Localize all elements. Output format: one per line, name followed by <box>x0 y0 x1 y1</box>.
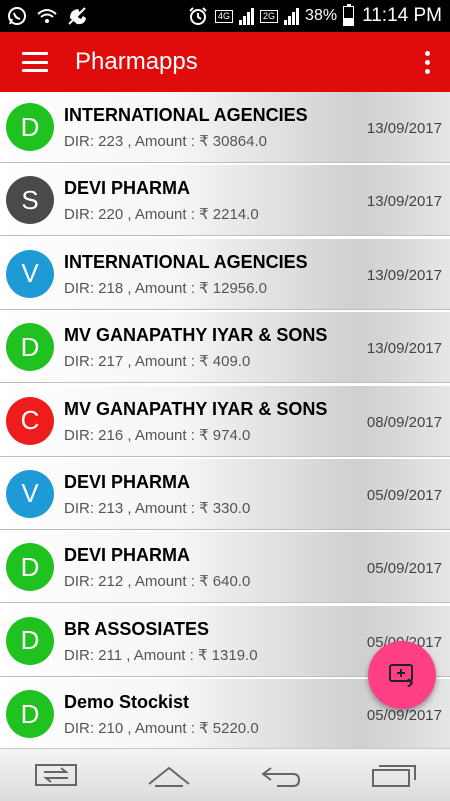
order-details: DIR: 211 , Amount : ₹ 1319.0 <box>64 646 258 664</box>
avatar: S <box>6 176 54 225</box>
system-nav-bar <box>0 748 450 801</box>
order-date: 05/09/2017 <box>366 560 442 578</box>
battery-percent: 38% <box>305 7 338 24</box>
order-details: DIR: 212 , Amount : ₹ 640.0 <box>64 573 251 591</box>
app-bar: Pharmapps <box>0 32 450 92</box>
avatar: D <box>6 103 54 151</box>
signal-icon-2 <box>284 7 300 25</box>
order-date: 13/09/2017 <box>366 340 442 358</box>
back-icon[interactable] <box>251 755 311 795</box>
avatar: D <box>6 323 54 372</box>
switch-sim-icon[interactable] <box>26 755 86 795</box>
distributor-name: Demo Stockist <box>64 692 190 713</box>
order-details: DIR: 210 , Amount : ₹ 5220.0 <box>64 720 259 738</box>
missed-call-icon <box>66 6 88 26</box>
order-date: 08/09/2017 <box>366 413 442 431</box>
distributor-name: MV GANAPATHY IYAR & SONS <box>64 325 328 346</box>
order-date: 13/09/2017 <box>366 266 442 284</box>
list-item[interactable]: S DEVI PHARMA DIR: 220 , Amount : ₹ 2214.0… <box>0 165 450 237</box>
order-date: 13/09/2017 <box>366 193 442 211</box>
avatar: V <box>6 469 54 518</box>
more-vert-icon[interactable] <box>424 50 430 74</box>
order-date: 05/09/2017 <box>366 707 442 725</box>
order-details: DIR: 223 , Amount : ₹ 30864.0 <box>64 133 267 150</box>
distributor-name: DEVI PHARMA <box>64 471 191 492</box>
whatsapp-icon <box>6 6 28 26</box>
order-details: DIR: 217 , Amount : ₹ 409.0 <box>64 353 251 371</box>
list-item[interactable]: V INTERNATIONAL AGENCIES DIR: 218 , Amount… <box>0 238 450 310</box>
distributor-name: BR ASSOSIATES <box>64 618 210 639</box>
order-details: DIR: 218 , Amount : ₹ 12956.0 <box>64 279 267 297</box>
distributor-name: DEVI PHARMA <box>64 545 191 566</box>
signal-icon <box>239 7 255 25</box>
network-type-badge-2: 2G <box>260 9 279 23</box>
avatar: D <box>6 616 54 665</box>
add-order-button[interactable] <box>368 641 436 709</box>
list-item[interactable]: V DEVI PHARMA DIR: 213 , Amount : ₹ 330.0 0… <box>0 458 450 530</box>
order-date: 13/09/2017 <box>366 120 442 137</box>
home-icon[interactable] <box>139 755 199 795</box>
distributor-name: INTERNATIONAL AGENCIES <box>64 105 308 125</box>
list-item[interactable]: D MV GANAPATHY IYAR & SONS DIR: 217 , Amou… <box>0 312 450 384</box>
avatar: C <box>6 396 54 445</box>
avatar: D <box>6 690 54 739</box>
distributor-name: DEVI PHARMA <box>64 178 191 199</box>
order-details: DIR: 213 , Amount : ₹ 330.0 <box>64 499 251 517</box>
avatar: V <box>6 249 54 298</box>
status-bar: 4G 2G 38% 11:14 PM <box>0 0 450 32</box>
list-item[interactable]: D DEVI PHARMA DIR: 212 , Amount : ₹ 640.0 0… <box>0 532 450 604</box>
distributor-name: MV GANAPATHY IYAR & SONS <box>64 398 328 419</box>
page-title: Pharmapps <box>75 48 198 75</box>
add-to-queue-icon <box>389 664 414 687</box>
list-item[interactable]: D INTERNATIONAL AGENCIES DIR: 223 , Amount… <box>0 92 450 163</box>
network-type-badge: 4G <box>215 9 234 23</box>
distributor-name: INTERNATIONAL AGENCIES <box>64 251 308 272</box>
wifi-icon <box>36 6 58 26</box>
order-details: DIR: 216 , Amount : ₹ 974.0 <box>64 426 251 444</box>
recent-apps-icon[interactable] <box>364 755 424 795</box>
order-date: 05/09/2017 <box>366 486 442 504</box>
alarm-icon <box>187 6 209 26</box>
order-details: DIR: 220 , Amount : ₹ 2214.0 <box>64 206 259 224</box>
menu-icon[interactable] <box>22 52 48 72</box>
clock: 11:14 PM <box>362 5 442 26</box>
avatar: D <box>6 543 54 592</box>
list-item[interactable]: C MV GANAPATHY IYAR & SONS DIR: 216 , Amou… <box>0 385 450 457</box>
battery-icon <box>343 4 355 26</box>
